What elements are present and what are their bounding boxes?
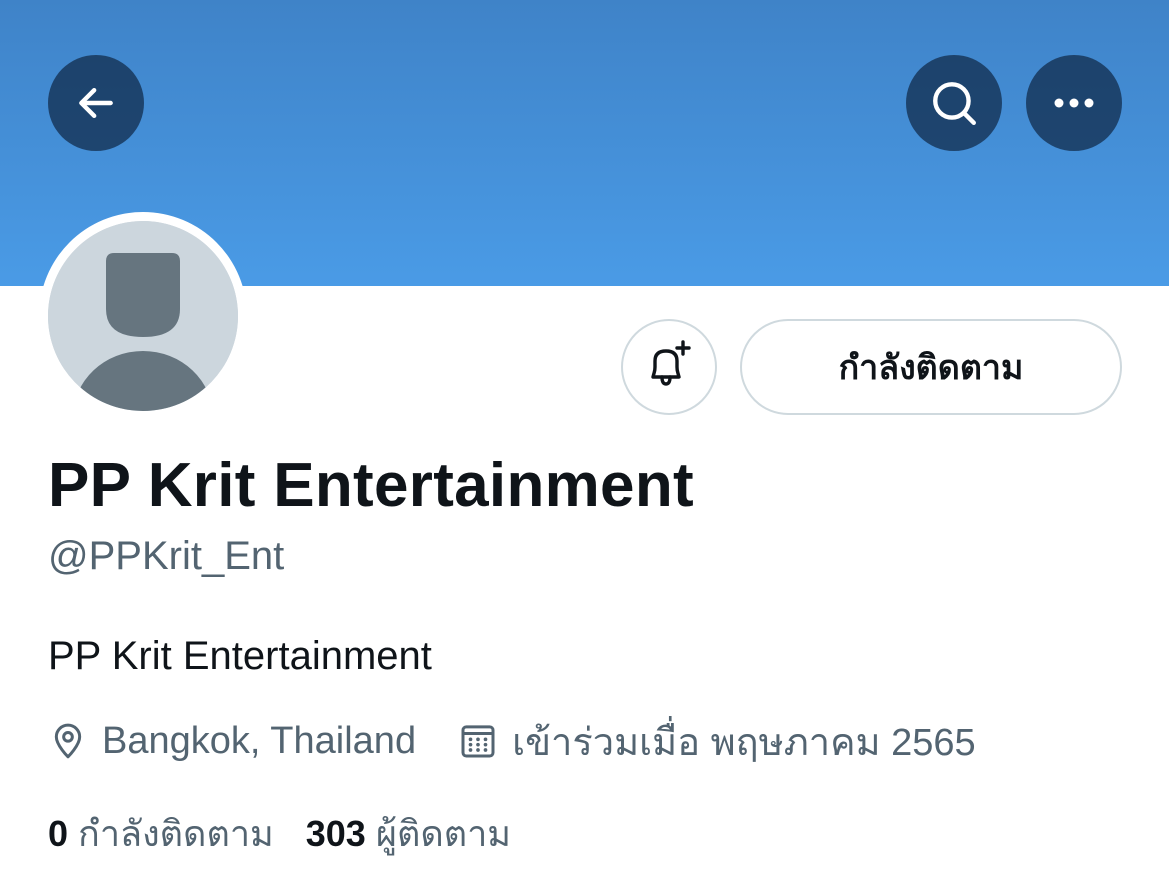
location-pin-icon xyxy=(48,721,102,761)
default-avatar-icon xyxy=(48,221,238,411)
back-button[interactable] xyxy=(48,55,144,151)
more-button[interactable] xyxy=(1026,55,1122,151)
calendar-icon xyxy=(458,721,512,761)
profile-joined-date: เข้าร่วมเมื่อ พฤษภาคม 2565 xyxy=(458,711,976,772)
profile-page: กำลังติดตาม PP Krit Entertainment @PPKri… xyxy=(0,0,1169,890)
avatar[interactable] xyxy=(39,212,247,420)
joined-text: เข้าร่วมเมื่อ พฤษภาคม 2565 xyxy=(512,721,976,764)
location-text: Bangkok, Thailand xyxy=(102,719,417,762)
profile-location: Bangkok, Thailand xyxy=(48,720,416,763)
followers-stat[interactable]: 303 ผู้ติดตาม xyxy=(306,805,511,862)
followers-label: ผู้ติดตาม xyxy=(375,812,512,854)
followers-count: 303 xyxy=(305,812,366,854)
search-icon xyxy=(929,78,979,128)
following-count: 0 xyxy=(48,812,69,854)
search-button[interactable] xyxy=(906,55,1002,151)
arrow-left-icon xyxy=(74,81,118,125)
following-label: กำลังติดตาม xyxy=(78,812,274,854)
profile-stats: 0 กำลังติดตาม 303 ผู้ติดตาม xyxy=(48,808,511,858)
notifications-button[interactable] xyxy=(621,319,717,415)
profile-handle: @PPKrit_Ent xyxy=(48,534,285,578)
bell-plus-icon xyxy=(643,339,695,396)
more-horizontal-icon xyxy=(1052,96,1096,110)
profile-meta: Bangkok, Thailand เข้าร่วมเมื่อ พฤษภาคม … xyxy=(48,716,976,766)
following-stat[interactable]: 0 กำลังติดตาม xyxy=(48,805,274,862)
following-button[interactable]: กำลังติดตาม xyxy=(740,319,1122,415)
profile-bio: PP Krit Entertainment xyxy=(48,634,432,678)
profile-display-name: PP Krit Entertainment xyxy=(48,451,694,520)
